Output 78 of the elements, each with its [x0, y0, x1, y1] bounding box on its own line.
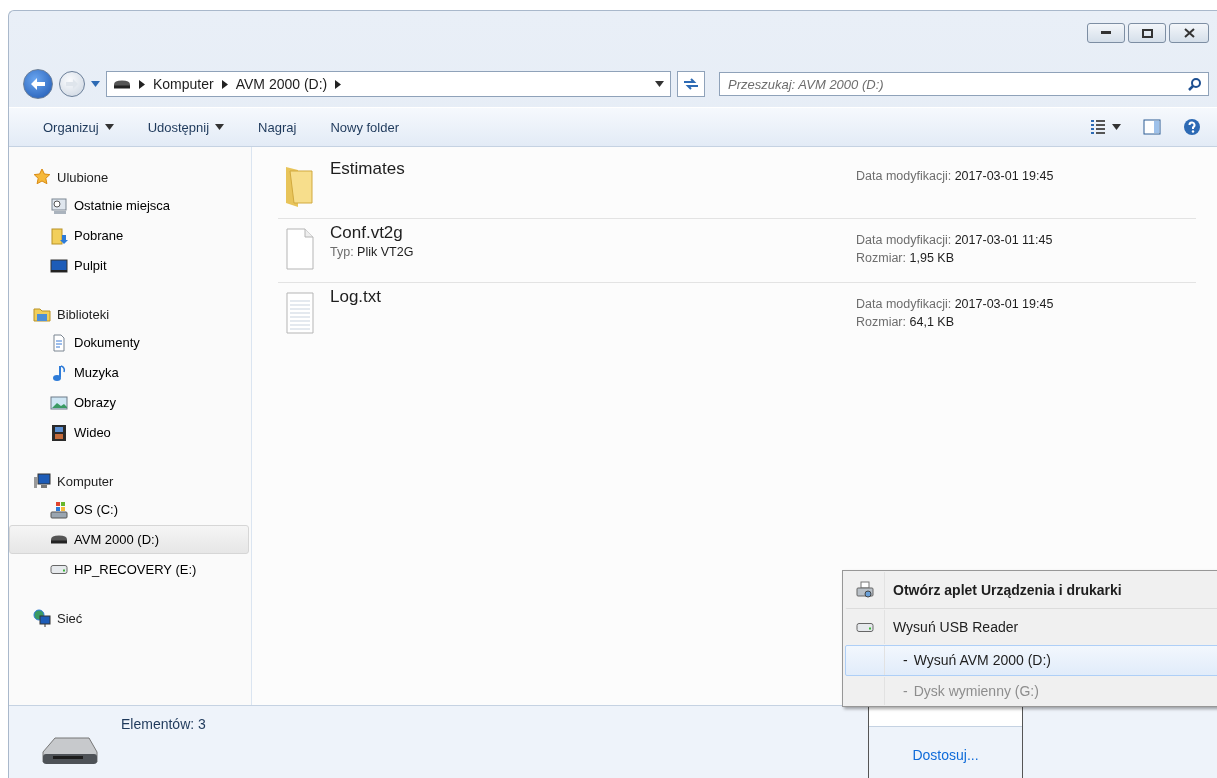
music-note-icon: [50, 363, 68, 382]
menu-item[interactable]: Otwórz aplet Urządzenia i drukarki: [845, 571, 1217, 609]
recent-places-icon: [50, 196, 68, 215]
download-folder-icon: [50, 226, 68, 245]
toolbar-button[interactable]: Nowy folder: [320, 115, 409, 139]
nav-item[interactable]: AVM 2000 (D:): [9, 525, 249, 554]
file-detail: Rozmiar: 64,1 KB: [856, 315, 955, 329]
system-drive-icon: [50, 500, 68, 519]
drive-icon: [856, 622, 874, 632]
drive-icon: [113, 79, 131, 89]
breadcrumb[interactable]: Komputer: [153, 76, 214, 92]
menu-item[interactable]: Wysuń USB Reader: [845, 609, 1217, 646]
nav-item[interactable]: Obrazy: [9, 388, 249, 417]
address-dropdown-icon: [655, 81, 664, 87]
forward-arrow-icon: [66, 79, 78, 89]
picture-icon: [50, 393, 68, 412]
caret-icon: [1112, 124, 1121, 130]
item-count: Elementów: 3: [121, 716, 206, 734]
drive-icon: [50, 535, 68, 544]
back-button[interactable]: [23, 69, 53, 99]
toolbar-button[interactable]: Udostępnij: [137, 115, 235, 139]
breadcrumb-arrow-icon: [221, 79, 228, 89]
forward-button[interactable]: [59, 71, 85, 97]
menu-item: - Dysk wymienny (G:): [845, 675, 1217, 706]
file-detail: Rozmiar: 1,95 KB: [856, 251, 955, 265]
close-icon: [1183, 28, 1195, 38]
minimize-button[interactable]: [1087, 23, 1125, 43]
desktop-icon: [50, 256, 68, 275]
address-bar[interactable]: Komputer AVM 2000 (D:): [106, 71, 671, 97]
minimize-icon: [1101, 31, 1111, 35]
file-detail: Data modyfikacji: 2017-03-01 11:45: [856, 233, 1054, 247]
search-icon: [1188, 77, 1202, 91]
file-name[interactable]: Conf.vt2g: [330, 223, 856, 243]
film-icon: [50, 423, 68, 442]
network-icon: [33, 609, 51, 627]
back-arrow-icon: [31, 78, 45, 90]
nav-item[interactable]: Dokumenty: [9, 328, 249, 357]
computer-icon: [33, 472, 51, 490]
toolbar-button[interactable]: Nagraj: [248, 115, 307, 139]
star-icon: [33, 168, 51, 186]
nav-item[interactable]: HP_RECOVERY (E:): [9, 555, 249, 584]
nav-item[interactable]: Pobrane: [9, 221, 249, 250]
printer-icon: [856, 581, 874, 599]
nav-item[interactable]: Muzyka: [9, 358, 249, 387]
breadcrumb-arrow-icon: [139, 79, 145, 89]
nav-group[interactable]: Biblioteki: [57, 306, 110, 322]
history-caret-icon: [91, 81, 100, 87]
caret-icon: [215, 124, 225, 130]
refresh-icon: [683, 77, 699, 91]
nav-group[interactable]: Komputer: [57, 473, 114, 489]
file-name[interactable]: Estimates: [330, 159, 856, 179]
nav-item[interactable]: Pulpit: [9, 251, 249, 280]
menu-item[interactable]: - Wysuń AVM 2000 (D:): [845, 645, 1217, 676]
nav-item[interactable]: Wideo: [9, 418, 249, 447]
file-name[interactable]: Log.txt: [330, 287, 856, 307]
maximize-icon: [1141, 28, 1153, 38]
customize-link[interactable]: Dostosuj...: [912, 747, 979, 763]
toolbar-button[interactable]: Organizuj: [33, 115, 124, 139]
preview-pane-icon: [1143, 119, 1161, 135]
nav-item[interactable]: OS (C:): [9, 495, 249, 524]
file-detail: Data modyfikacji: 2017-03-01 19:45: [856, 297, 1055, 311]
file-detail: Data modyfikacji: 2017-03-01 19:45: [856, 169, 1055, 183]
refresh-button[interactable]: [677, 71, 705, 97]
caret-icon: [104, 124, 114, 130]
help-icon: [1183, 118, 1201, 136]
nav-group[interactable]: Ulubione: [57, 169, 109, 185]
breadcrumb[interactable]: AVM 2000 (D:): [235, 76, 328, 92]
file-info: Typ: Plik VT2G: [330, 245, 415, 259]
breadcrumb-arrow-icon: [335, 79, 342, 89]
details-view-icon: [1090, 119, 1106, 135]
nav-item[interactable]: Ostatnie miejsca: [9, 191, 249, 220]
nav-group[interactable]: Sieć: [57, 610, 83, 626]
close-button[interactable]: [1169, 23, 1209, 43]
search-field[interactable]: Przeszukaj: AVM 2000 (D:): [719, 72, 1209, 96]
document-icon: [50, 333, 68, 352]
maximize-button[interactable]: [1128, 23, 1166, 43]
library-folder-icon: [33, 305, 51, 323]
drive-icon: [50, 565, 68, 574]
